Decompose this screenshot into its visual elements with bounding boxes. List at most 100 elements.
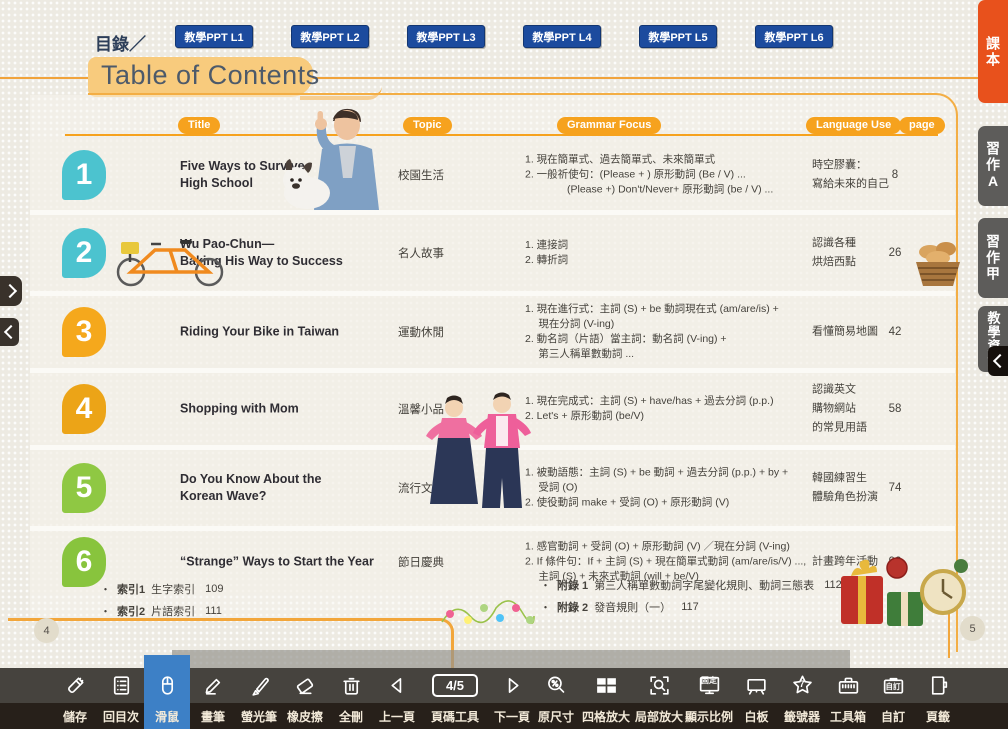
toolbar-button-label: 下一頁 [490,703,534,729]
whiteboard-icon [734,668,779,703]
toolbox-icon [825,668,871,703]
index-label: 索引1 [117,581,145,597]
table-row: 3 Riding Your Bike in Taiwan 運動休閒 1. 現在進… [30,291,955,368]
toolbar-button[interactable]: 原尺寸 [534,668,578,729]
lesson-topic: 校園生活 [398,167,513,183]
index-text: 生字索引 [151,581,195,597]
lesson-page-number: 8 [870,169,920,181]
teaching-ppt-button[interactable]: 教學PPT L1 [175,25,253,48]
toolbar-button[interactable]: 橡皮擦 [282,668,328,729]
toolbar-button[interactable]: 白板 [734,668,779,729]
toolbar-button[interactable]: 儲存 [52,668,98,729]
lesson-title: “Strange” Ways to Start the Year [180,554,395,571]
appendix-text: 第三人稱單數動詞字尾變化規則、動詞三態表 [594,577,814,593]
toolbar-button[interactable]: 下一頁 [490,668,534,729]
bullet: ・ [540,577,551,593]
lesson-page-number: 74 [870,482,920,494]
toolbar-button-label: 顯示比例 [684,703,734,729]
appendix-page: 112 [824,579,842,591]
lesson-number-badge: 1 [62,150,106,200]
toolbar-button[interactable]: 7 籤號器 [779,668,825,729]
teaching-ppt-button[interactable]: 教學PPT L2 [291,25,369,48]
appendix-text: 發音規則（一） [594,599,671,615]
book-tab-icon [915,668,961,703]
zoom-percent-icon [534,668,578,703]
table-header-rule [65,134,938,136]
col-header-page: page [899,117,945,134]
toolbar-button-label: 頁碼工具 [420,703,490,729]
lesson-page-number: 26 [870,247,920,259]
lesson-grammar-focus: 1. 現在完成式：主詞 (S) + have/has + 過去分詞 (p.p.)… [525,394,815,424]
toolbar-button-label: 工具箱 [825,703,871,729]
toolbar-button[interactable]: 滑鼠 [144,668,190,729]
appendix-list-right: ・ 附錄 1 第三人稱單數動詞字尾變化規則、動詞三態表 112 ・ 附錄 2 發… [540,574,842,618]
book-page-number-left: 4 [34,618,59,643]
toolbar-button-label: 滑鼠 [144,703,190,729]
expand-left-panel-button[interactable] [0,276,22,306]
toolbar-button[interactable]: 畫筆 [190,668,236,729]
toolbar-button[interactable]: 局部放大 [634,668,684,729]
book-switch-tab[interactable]: 習作A [978,126,1008,206]
pen-icon [190,668,236,703]
toolbar-button-label: 四格放大 [578,703,634,729]
toolbar-button-label: 全刪 [328,703,374,729]
toolbar-button[interactable]: 全刪 [328,668,374,729]
ebook-reader-window: 目錄／ 教學PPT L1教學PPT L2教學PPT L3教學PPT L4教學PP… [0,0,1008,729]
toolbar-button[interactable]: 4/5 頁碼工具 [420,668,490,729]
teaching-ppt-button[interactable]: 教學PPT L4 [523,25,601,48]
appendix-entry: ・ 附錄 1 第三人稱單數動詞字尾變化規則、動詞三態表 112 [540,574,842,596]
table-row: 2 Wu Pao-Chun— Baking His Way to Success… [30,210,955,291]
index-text: 片語索引 [151,603,195,619]
teaching-ppt-button[interactable]: 教學PPT L5 [639,25,717,48]
teaching-ppt-button[interactable]: 教學PPT L6 [755,25,833,48]
collapse-tab-column-button[interactable] [988,346,1008,376]
toolbar-button-label: 回目次 [98,703,144,729]
lesson-topic: 名人故事 [398,245,513,261]
lesson-grammar-focus: 1. 現在進行式：主詞 (S) + be 動詞現在式 (am/are/is) +… [525,302,815,362]
index-page: 111 [205,605,222,617]
toolbar-button-label: 畫筆 [190,703,236,729]
lesson-topic: 流行文化 [398,480,513,496]
toolbar-button-label: 上一頁 [374,703,420,729]
lesson-grammar-focus: 1. 被動語態：主詞 (S) + be 動詞 + 過去分詞 (p.p.) + b… [525,466,815,511]
toolbar-button-label: 頁籤 [915,703,961,729]
quad-view-icon [578,668,634,703]
highlighter-icon [236,668,282,703]
lesson-page-number: 42 [870,326,920,338]
area-zoom-icon [634,668,684,703]
collapse-left-panel-button[interactable] [0,318,19,346]
lesson-title: Riding Your Bike in Taiwan [180,324,395,341]
toolbar-button[interactable]: 螢光筆 [236,668,282,729]
lesson-grammar-focus: 1. 連接詞 2. 轉折詞 [525,238,815,268]
toolbar-button[interactable]: 固定 顯示比例 [684,668,734,729]
book-switch-tab[interactable]: 課本 [978,0,1008,103]
index-entry: ・ 索引1 生字索引 109 [100,578,223,600]
next-page-icon [490,668,534,703]
mouse-icon [144,668,190,703]
appendix-page: 117 [681,601,699,613]
lesson-grammar-focus: 1. 現在簡單式、過去簡單式、未來簡單式 2. 一般祈使句：(Please + … [525,153,815,198]
toolbar-button[interactable]: 上一頁 [374,668,420,729]
star-icon: 7 [779,668,825,703]
chevron-left-icon [4,325,18,339]
page-edge-line [948,598,950,658]
toolbar-button[interactable]: 工具箱 [825,668,871,729]
toolbar-button[interactable]: 回目次 [98,668,144,729]
toolbar-button-label: 儲存 [52,703,98,729]
usb-save-icon [52,668,98,703]
toolbar-button[interactable]: 自訂 自訂 [871,668,915,729]
toolbar-button[interactable]: 頁籤 [915,668,961,729]
toolbar-button[interactable]: 四格放大 [578,668,634,729]
table-row: 1 Five Ways to Survive High School 校園生活 … [30,140,955,210]
lesson-title: Shopping with Mom [180,401,395,418]
lesson-page-number: 58 [870,403,920,415]
teaching-ppt-button[interactable]: 教學PPT L3 [407,25,485,48]
book-switch-tab[interactable]: 習作甲 [978,218,1008,298]
monitor-icon: 固定 [684,668,734,703]
lesson-title: Do You Know About the Korean Wave? [180,471,395,505]
appendix-entry: ・ 附錄 2 發音規則（一） 117 [540,596,842,618]
chevron-right-icon [2,284,16,298]
chevron-left-icon [992,354,1006,368]
page-title: Table of Contents [101,60,320,91]
appendix-label: 附錄 1 [557,577,588,593]
